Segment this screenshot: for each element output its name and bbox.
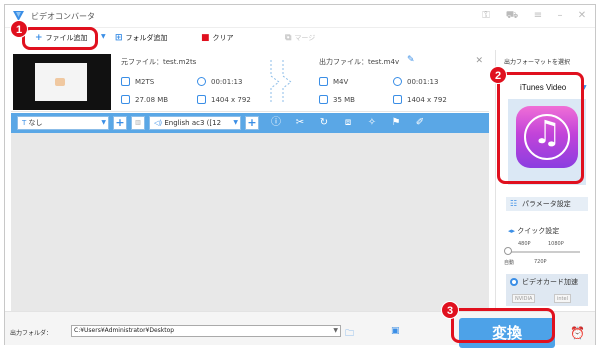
minimize-button[interactable]: – (553, 9, 567, 23)
close-button[interactable]: ✕ (575, 9, 589, 23)
tick-auto: 自動 (504, 260, 515, 266)
cut-icon[interactable]: ✂ (293, 116, 307, 130)
parameter-settings-label: パラメータ設定 (522, 200, 571, 208)
add-subtitle-button[interactable]: + (113, 116, 127, 130)
caret-down-icon: ▼ (101, 33, 106, 40)
edit-bar: T なし ▼ + ▥ ◁) English ac3 ([12 ▼ + ⓘ ✂ ↻… (11, 113, 489, 133)
filesize-icon (319, 95, 328, 104)
menu-icon[interactable]: ≡ (531, 9, 545, 23)
callout-1-number: 1 (10, 20, 28, 38)
clear-button[interactable]: ■ クリア (201, 33, 234, 43)
output-format: M4V (333, 78, 349, 86)
rotate-icon[interactable]: ↻ (317, 116, 331, 130)
source-label-text: 元ファイル： (121, 58, 163, 66)
quality-slider-handle[interactable] (504, 247, 512, 255)
audio-track-value: English ac3 ([12 (164, 119, 222, 127)
add-audio-button[interactable]: + (245, 116, 259, 130)
callout-1-highlight (22, 27, 98, 50)
thumbnail-frame (35, 63, 87, 101)
intel-badge: intel (554, 294, 571, 303)
caret-down-icon: ▼ (333, 327, 338, 334)
nvidia-badge: NVIDIA (512, 294, 536, 303)
quick-settings-label: クイック設定 (517, 227, 560, 235)
gpu-acceleration[interactable]: ビデオカード加速 NVIDIA intel (506, 274, 588, 306)
subtitle-value: なし (28, 119, 43, 127)
merge-button[interactable]: ⧉ マージ (285, 33, 315, 43)
output-duration: 00:01:13 (407, 78, 439, 86)
output-folder-label: 出力フォルダ： (10, 330, 53, 337)
merge-label: マージ (294, 34, 316, 42)
tick-1080p: 1080P (548, 241, 564, 247)
speaker-icon: ◁) (154, 119, 165, 127)
quality-slider[interactable] (506, 251, 580, 253)
crop-icon[interactable]: ⧈ (341, 116, 355, 130)
add-folder-button[interactable]: ⊞ フォルダ追加 (115, 33, 168, 43)
filesize-icon (121, 95, 130, 104)
resolution-icon (197, 95, 206, 104)
audio-track-select[interactable]: ◁) English ac3 ([12 ▼ (149, 116, 241, 130)
subtitle-icon-button[interactable]: ▥ (131, 116, 145, 130)
quick-settings-title: ◂▸ クイック設定 (508, 226, 559, 236)
rename-pencil-icon[interactable]: ✎ (407, 55, 415, 65)
effects-icon[interactable]: ✧ (365, 116, 379, 130)
info-icon[interactable]: ⓘ (269, 116, 283, 130)
callout-3-highlight (451, 308, 555, 343)
resolution-icon (393, 95, 402, 104)
source-file-label: 元ファイル：test.m2ts (121, 57, 196, 67)
thumbnail-figure (55, 78, 65, 86)
browse-folder-icon[interactable]: ▣ (391, 326, 400, 336)
parameter-settings-button[interactable]: ☷ パラメータ設定 (506, 197, 588, 211)
source-format: M2TS (135, 78, 155, 86)
source-file-name: test.m2ts (163, 58, 197, 66)
file-list-area[interactable] (11, 133, 489, 311)
subtitle-select[interactable]: T なし ▼ (17, 116, 109, 130)
add-folder-label: フォルダ追加 (125, 34, 168, 42)
gpu-acceleration-label: ビデオカード加速 (522, 278, 578, 286)
output-file-label: 出力ファイル：test.m4v (319, 57, 399, 67)
quick-settings-icon: ◂▸ (508, 227, 518, 235)
merge-icon: ⧉ (285, 33, 292, 43)
title-bar: ビデオコンバータ ⚿ ⛟ ≡ – ✕ (5, 5, 595, 27)
source-resolution: 1404 x 792 (211, 96, 251, 104)
gpu-acceleration-checkbox[interactable] (510, 278, 518, 286)
callout-2-highlight (497, 72, 584, 184)
clock-icon (393, 77, 402, 86)
open-folder-icon[interactable]: 🗀 (345, 326, 354, 342)
tick-480p: 480P (518, 241, 531, 247)
output-format-title: 出力フォーマットを選択 (504, 59, 571, 66)
video-thumbnail[interactable] (13, 54, 111, 110)
trash-icon: ■ (201, 33, 210, 43)
source-size: 27.08 MB (135, 96, 169, 104)
sliders-icon: ☷ (510, 199, 518, 208)
tick-720p: 720P (534, 259, 547, 265)
alarm-clock-icon[interactable]: ⏰ (570, 326, 585, 340)
output-size: 35 MB (333, 96, 355, 104)
window-title: ビデオコンバータ (31, 12, 95, 21)
key-icon[interactable]: ⚿ (479, 9, 493, 23)
edit-pen-icon[interactable]: ✐ (413, 116, 427, 130)
callout-2-number: 2 (489, 66, 507, 84)
chevron-right-icon (270, 60, 292, 104)
output-resolution: 1404 x 792 (407, 96, 447, 104)
format-icon (319, 77, 328, 86)
format-icon (121, 77, 130, 86)
output-folder-input[interactable]: C:¥Users¥Administrator¥Desktop ▼ (71, 325, 341, 337)
clock-icon (197, 77, 206, 86)
watermark-icon[interactable]: ⚑ (389, 116, 403, 130)
caret-down-icon: ▼ (101, 119, 106, 126)
clear-label: クリア (212, 34, 234, 42)
add-file-dropdown[interactable]: ▼ (101, 33, 106, 40)
file-item[interactable]: 元ファイル：test.m2ts M2TS 00:01:13 27.08 MB 1… (11, 52, 489, 112)
folder-plus-icon: ⊞ (115, 33, 123, 43)
source-duration: 00:01:13 (211, 78, 243, 86)
callout-3-number: 3 (441, 301, 459, 319)
output-file-name: test.m4v (368, 58, 400, 66)
output-label-text: 出力ファイル： (319, 58, 368, 66)
remove-file-icon[interactable]: ✕ (475, 56, 483, 66)
caret-down-icon: ▼ (233, 119, 238, 126)
cart-icon[interactable]: ⛟ (505, 9, 519, 23)
output-folder-path: C:¥Users¥Administrator¥Desktop (74, 327, 175, 334)
